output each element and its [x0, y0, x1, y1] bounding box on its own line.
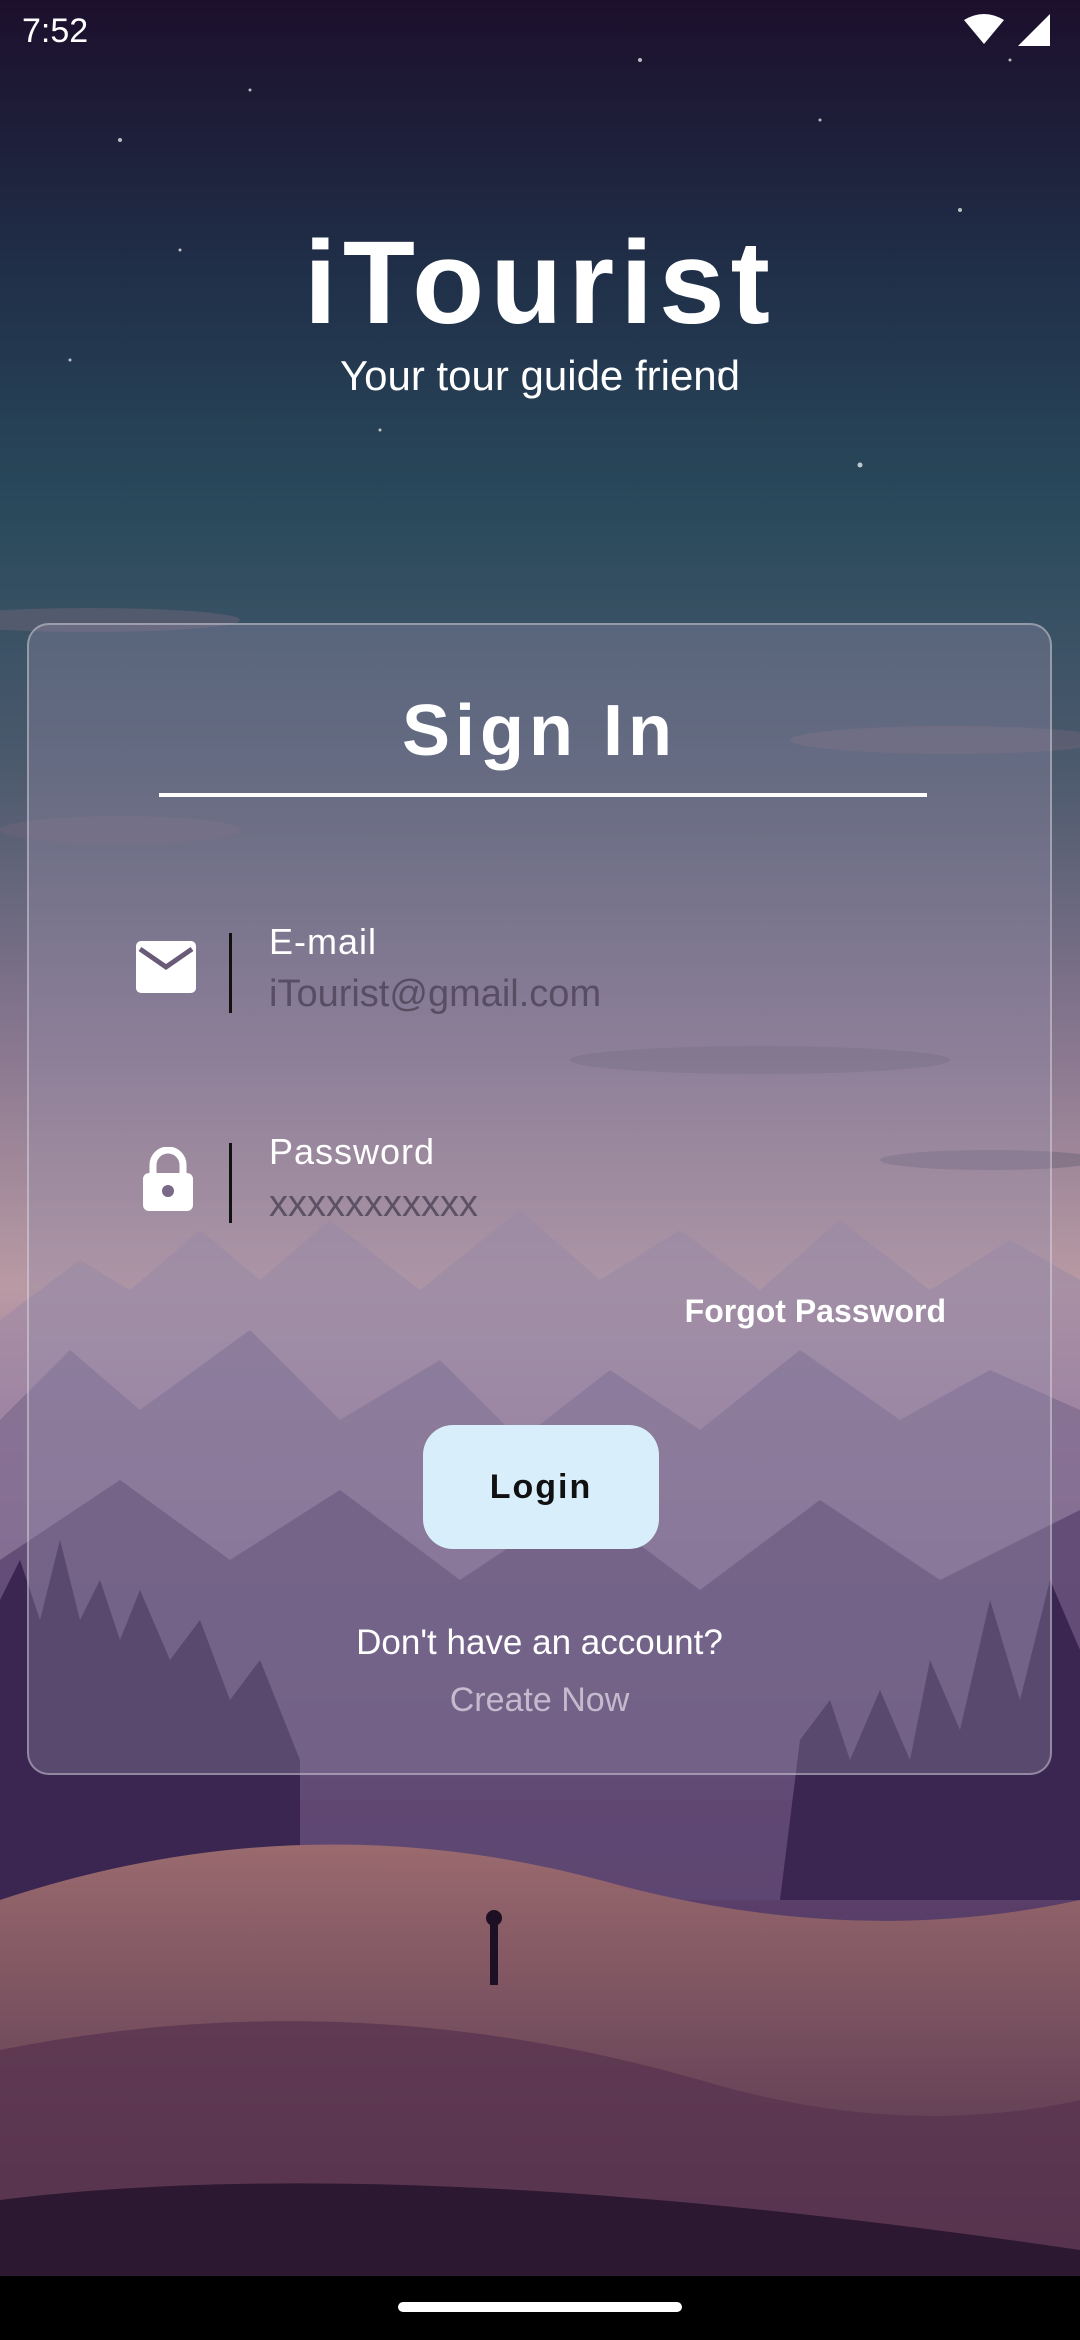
mail-icon	[134, 939, 198, 1003]
app-subtitle: Your tour guide friend	[339, 352, 741, 399]
title-underline	[159, 793, 927, 797]
no-account-text: Don't have an account?	[356, 1623, 723, 1662]
status-bar: 7:52	[0, 0, 1080, 64]
email-label: E-mail	[269, 921, 378, 962]
lock-icon	[141, 1146, 205, 1211]
cell-signal-icon	[1018, 14, 1050, 51]
wifi-icon	[964, 14, 1004, 51]
email-divider	[229, 933, 232, 1013]
app-title: iTourist	[304, 217, 776, 349]
signin-title: Sign In	[402, 691, 677, 771]
password-label: Password	[269, 1131, 436, 1172]
status-icons	[964, 14, 1050, 51]
forgot-password-link[interactable]: Forgot Password	[685, 1293, 946, 1330]
home-indicator[interactable]	[398, 2302, 682, 2312]
password-field[interactable]: Password xxxxxxxxxxx	[29, 1131, 1050, 1253]
status-time: 7:52	[22, 12, 89, 50]
password-input[interactable]: xxxxxxxxxxx	[269, 1183, 478, 1226]
create-now-link[interactable]: Create Now	[29, 1681, 1050, 1720]
password-divider	[229, 1143, 232, 1223]
signin-card: Sign In E-mail iTourist@gmail.com Passwo…	[27, 623, 1052, 1775]
email-field[interactable]: E-mail iTourist@gmail.com	[29, 921, 1050, 1043]
login-button[interactable]: Login	[423, 1425, 659, 1549]
email-input[interactable]: iTourist@gmail.com	[269, 973, 601, 1016]
